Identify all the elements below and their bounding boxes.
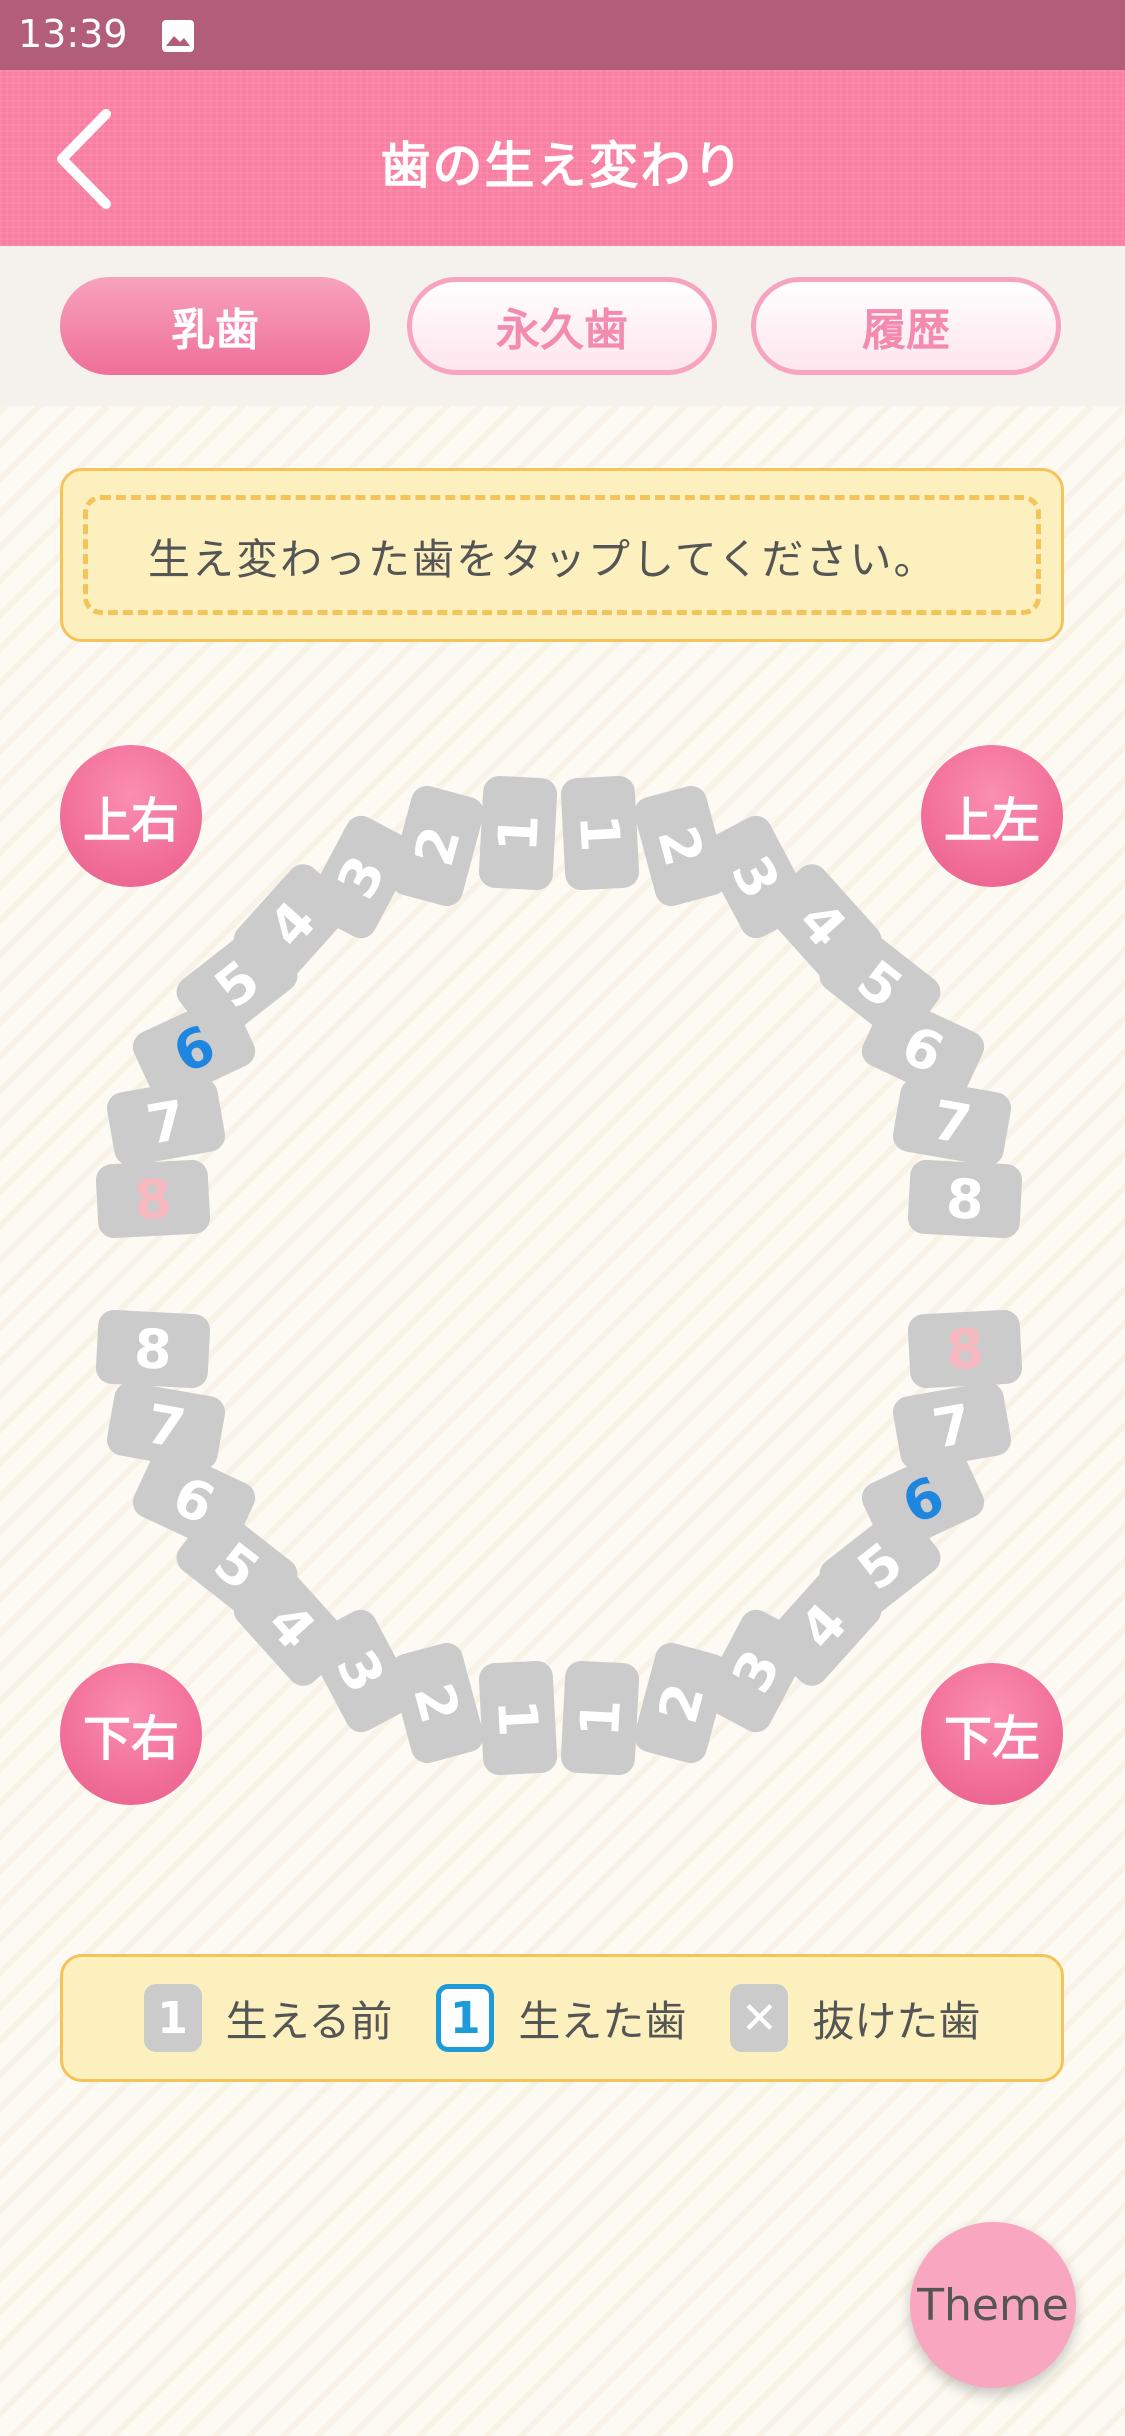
image-icon xyxy=(160,18,196,58)
quadrant-upper-left-button[interactable]: 上左 xyxy=(921,745,1063,887)
legend-label: 生えた歯 xyxy=(518,1996,687,2046)
legend-item-lost: ✕ 抜けた歯 xyxy=(730,1984,980,2052)
legend-chip-gray: 1 xyxy=(143,1984,202,2052)
tooth-upper-left-7[interactable]: 7 xyxy=(890,1075,1014,1169)
legend-box: 1 生える前 1 生えた歯 ✕ 抜けた歯 xyxy=(60,1954,1064,2082)
quadrant-lower-left-button[interactable]: 下左 xyxy=(921,1663,1063,1805)
cross-icon: ✕ xyxy=(730,1984,789,2052)
tooth-lower-right-8[interactable]: 8 xyxy=(95,1309,211,1389)
instruction-box: 生え変わった歯をタップしてください。 xyxy=(60,468,1064,642)
legend-item-erupted: 1 生えた歯 xyxy=(436,1984,686,2052)
legend-label: 抜けた歯 xyxy=(812,1996,981,2046)
quadrant-lower-right-button[interactable]: 下右 xyxy=(60,1663,202,1805)
instruction-dashed-border: 生え変わった歯をタップしてください。 xyxy=(83,495,1041,615)
status-time: 13:39 xyxy=(18,12,128,56)
legend-label: 生える前 xyxy=(225,1996,393,2046)
tab-bar: 乳歯 永久歯 履歴 xyxy=(0,246,1125,406)
tab-baby-teeth[interactable]: 乳歯 xyxy=(60,277,370,375)
tooth-lower-right-7[interactable]: 7 xyxy=(104,1379,228,1473)
instruction-text: 生え変わった歯をタップしてください。 xyxy=(148,535,938,584)
tab-history[interactable]: 履歴 xyxy=(751,277,1061,375)
tooth-upper-left-8[interactable]: 8 xyxy=(907,1159,1023,1239)
tooth-lower-left-2[interactable]: 2 xyxy=(630,1639,732,1767)
tooth-lower-right-1[interactable]: 1 xyxy=(478,1660,558,1776)
theme-button[interactable]: Theme xyxy=(910,2222,1076,2388)
tooth-upper-right-8[interactable]: 8 xyxy=(95,1159,211,1239)
tooth-lower-left-8[interactable]: 8 xyxy=(907,1309,1023,1389)
tab-permanent-teeth[interactable]: 永久歯 xyxy=(407,277,717,375)
status-bar: 13:39 xyxy=(0,0,1125,70)
tooth-lower-left-1[interactable]: 1 xyxy=(560,1660,640,1776)
tooth-upper-left-1[interactable]: 1 xyxy=(560,775,640,891)
page-title: 歯の生え変わり xyxy=(380,137,745,195)
legend-chip-outlined: 1 xyxy=(436,1984,495,2052)
legend-item-not-erupted: 1 生える前 xyxy=(143,1984,393,2052)
tooth-upper-right-2[interactable]: 2 xyxy=(386,782,488,910)
quadrant-upper-right-button[interactable]: 上右 xyxy=(60,745,202,887)
tooth-upper-right-1[interactable]: 1 xyxy=(478,775,558,891)
app-header: 歯の生え変わり xyxy=(0,70,1125,246)
